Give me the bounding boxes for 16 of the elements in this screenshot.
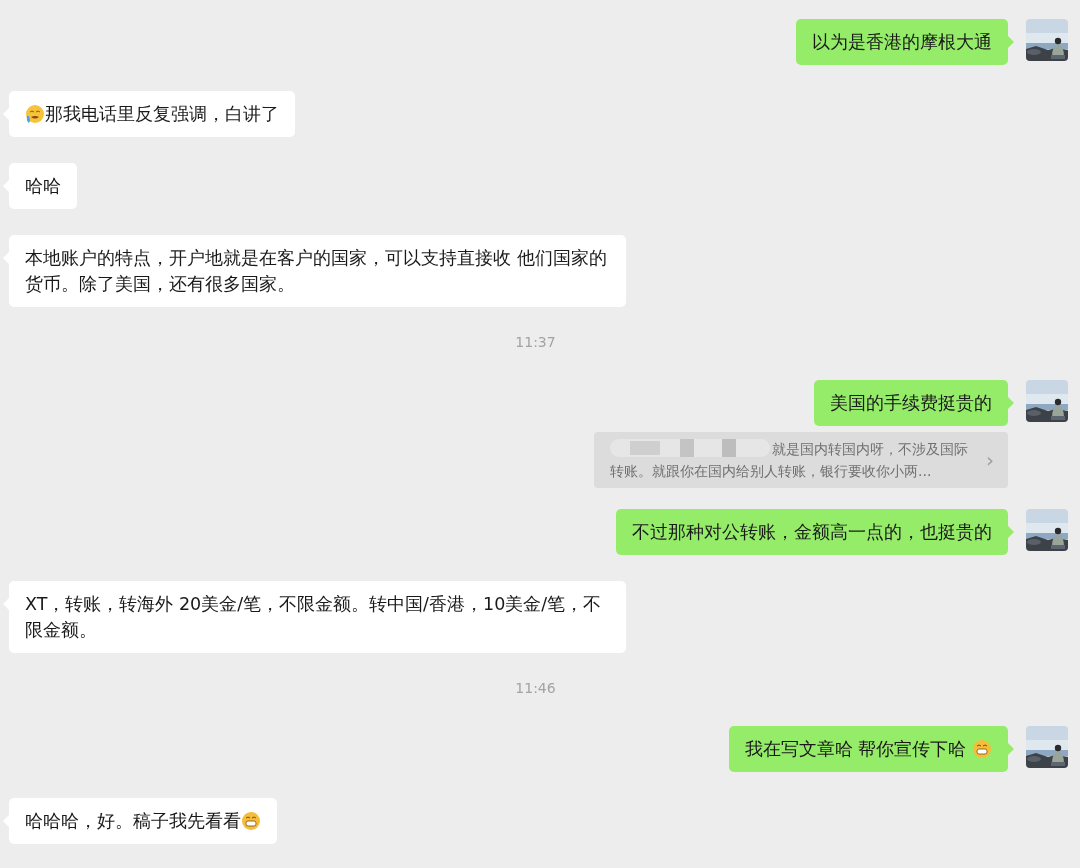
- message-bubble: 不过那种对公转账，金额高一点的，也挺贵的: [616, 509, 1008, 555]
- message-bubble: 我在写文章哈 帮你宣传下哈: [728, 726, 1008, 772]
- quoted-message[interactable]: 就是国内转国内呀，不涉及国际转账。就跟你在国内给别人转账，银行要收你小两... ›: [594, 432, 1008, 488]
- message-bubble: XT，转账，转海外 20美金/笔，不限金额。转中国/香港，10美金/笔，不限金额。: [9, 581, 626, 653]
- timestamp: 11:46: [515, 679, 556, 698]
- message-bubble: 哈哈: [9, 163, 77, 209]
- timestamp: 11:37: [515, 333, 556, 352]
- message-bubble: 本地账户的特点，开户地就是在客户的国家，可以支持直接收 他们国家的货币。除了美国，还有很多国家。: [9, 235, 626, 307]
- message-bubble: 哈哈哈，好。稿子我先看看: [9, 798, 277, 844]
- bubble-tail: [1008, 36, 1014, 48]
- bubble-tail: [1008, 526, 1014, 538]
- message-bubble: 以为是香港的摩根大通: [796, 19, 1008, 65]
- bubble-tail: [1008, 743, 1014, 755]
- bubble-tail: [1008, 397, 1014, 409]
- message-bubble: 那我电话里反复强调，白讲了: [9, 91, 295, 137]
- message-bubble: 美国的手续费挺贵的: [814, 380, 1008, 426]
